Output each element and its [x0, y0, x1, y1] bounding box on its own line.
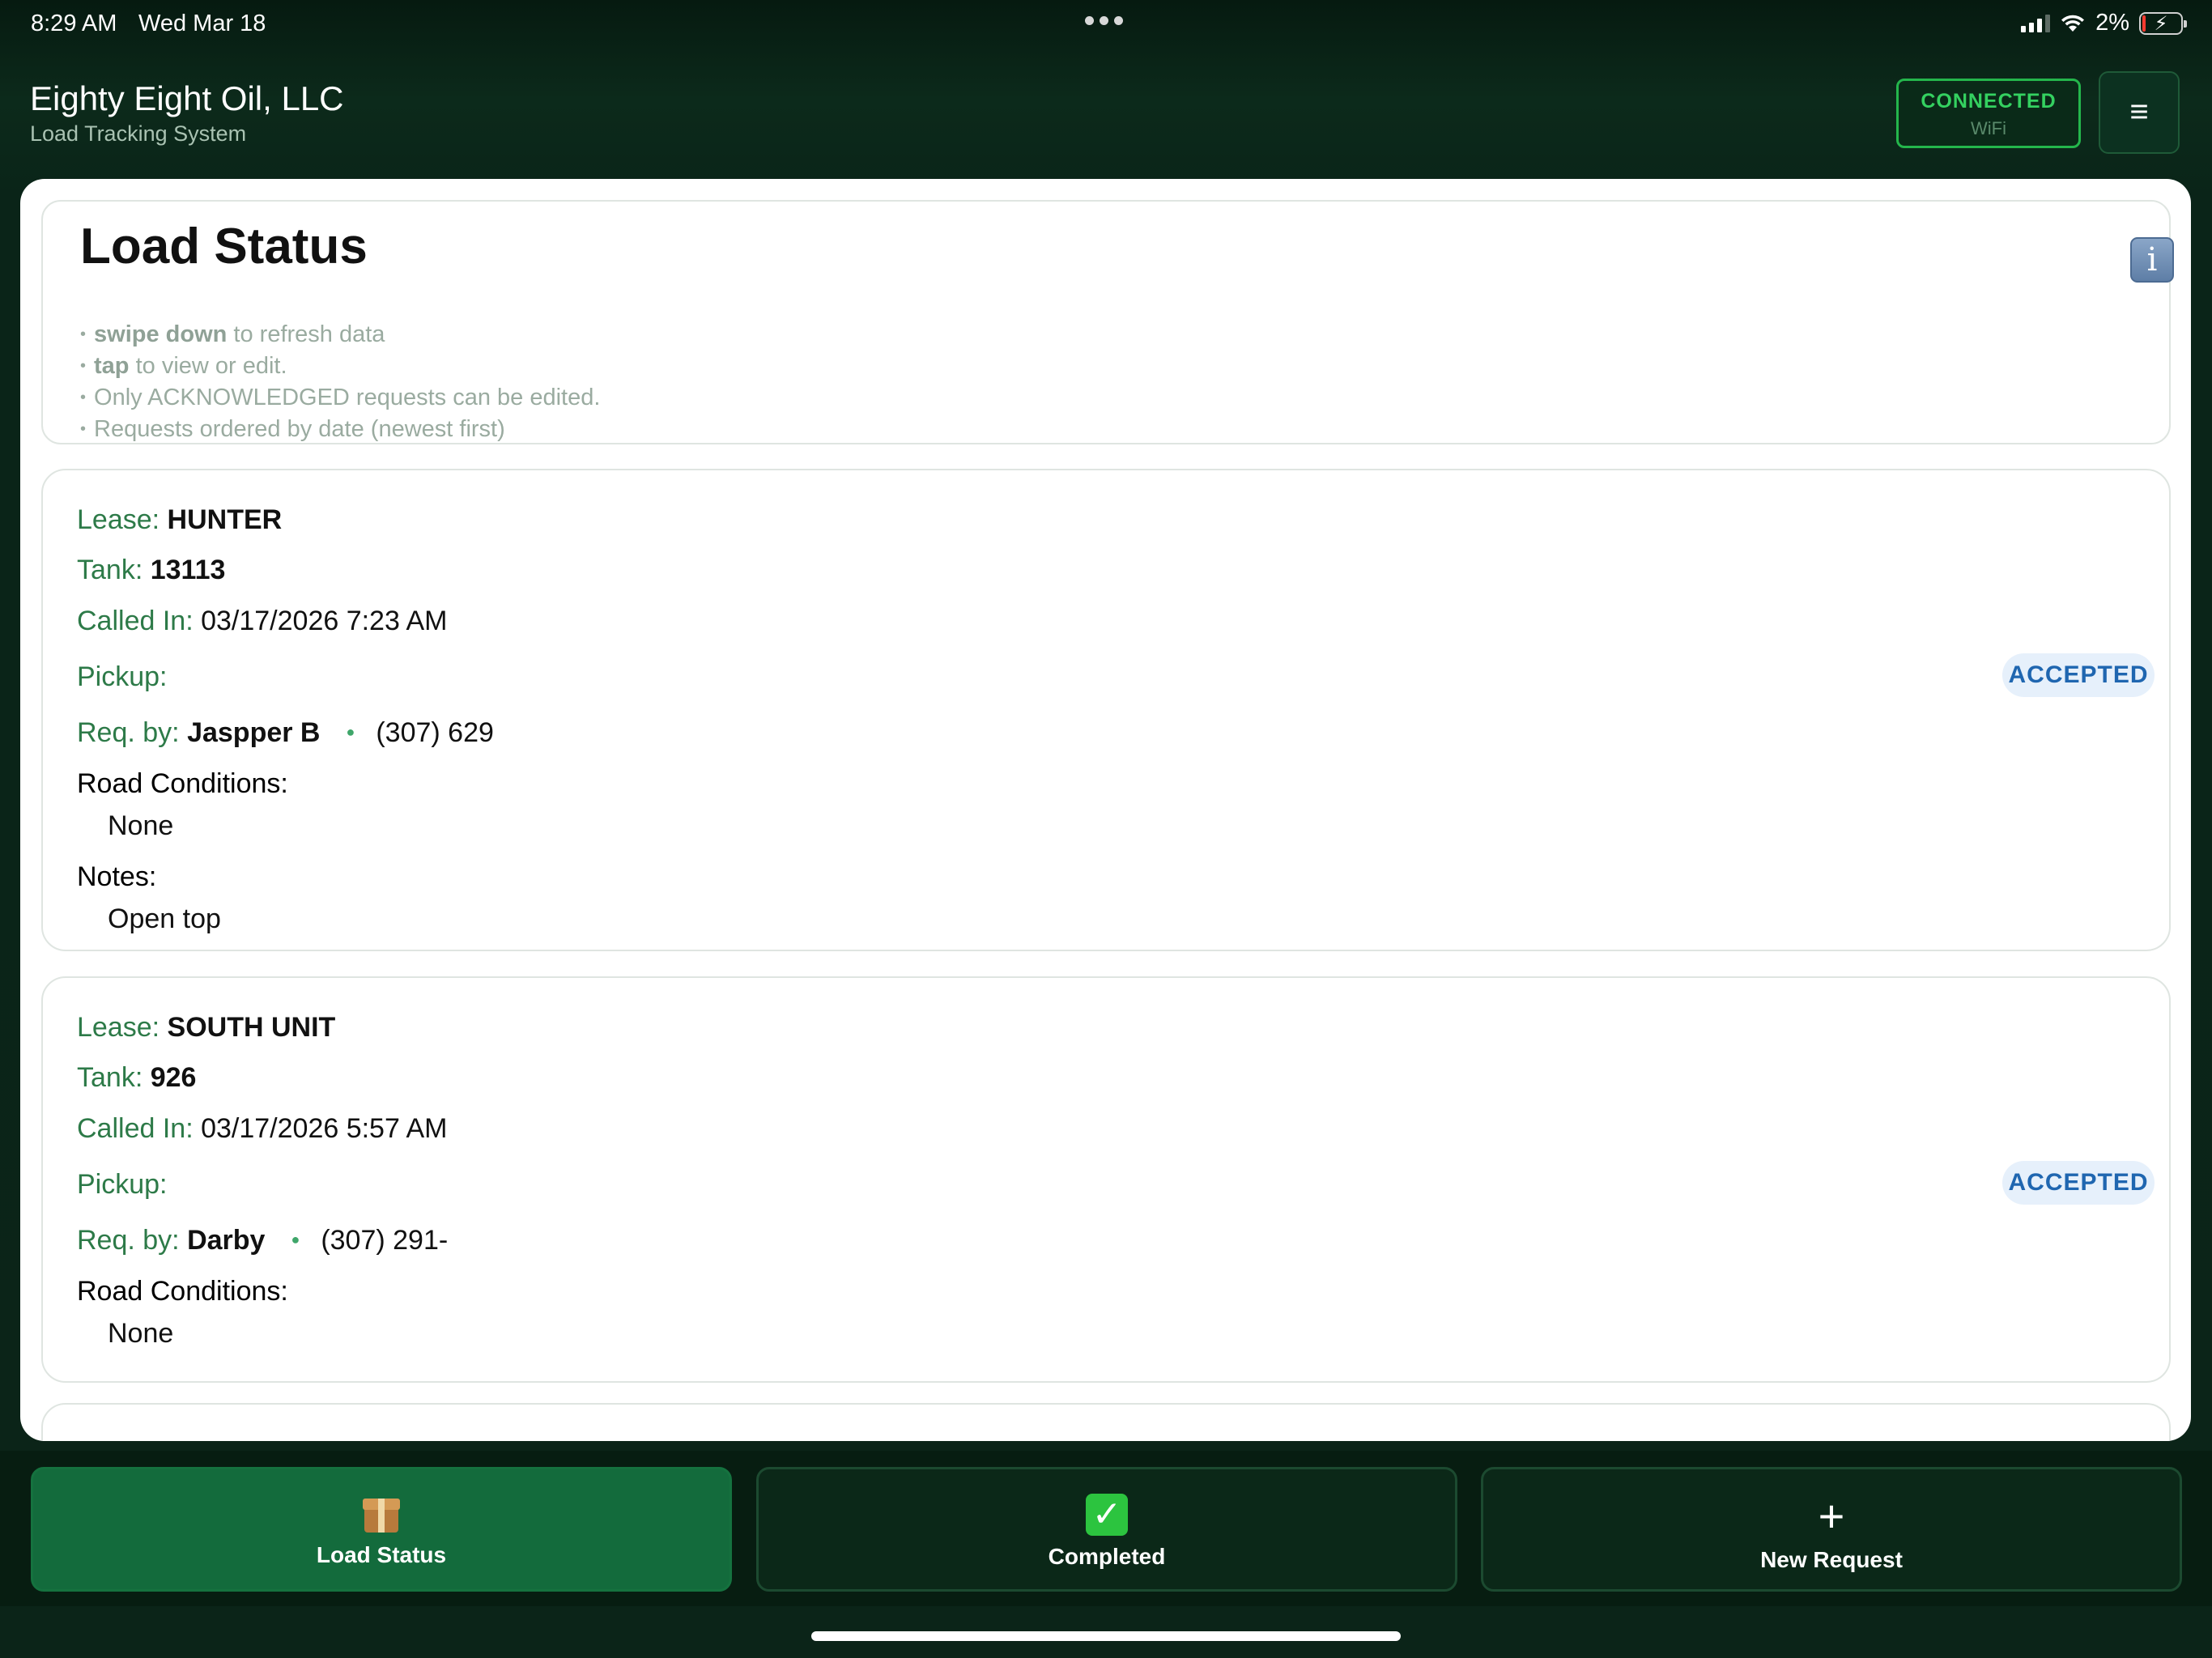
connection-type: WiFi — [1971, 118, 2006, 138]
tab-label: Load Status — [316, 1542, 447, 1567]
status-time: 8:29 AM — [31, 11, 117, 36]
tab-label: New Request — [1760, 1547, 1903, 1572]
status-date: Wed Mar 18 — [138, 11, 266, 36]
lease-name: SOUTH UNIT — [167, 1012, 336, 1043]
bottom-tab-bar: Load Status ✓ Completed + New Request — [0, 1451, 2212, 1606]
called-in-row: Called In: 03/17/2026 7:23 AM — [77, 606, 448, 636]
road-conditions-label: Road Conditions: — [77, 768, 288, 799]
info-card: Load Status i swipe down to refresh data… — [41, 200, 2174, 446]
page-title: Load Status — [80, 219, 368, 274]
road-conditions-label: Road Conditions: — [77, 1276, 288, 1307]
connection-status-badge: CONNECTED WiFi — [1896, 79, 2081, 148]
notes-label: Notes: — [77, 861, 157, 892]
status-indicators: 2% ⚡ — [2021, 10, 2187, 36]
main-panel[interactable]: Load Status i swipe down to refresh data… — [20, 179, 2191, 1441]
tip-item: tap to view or edit. — [80, 351, 600, 383]
tab-load-status[interactable]: Load Status — [31, 1467, 732, 1592]
notes-value: Open top — [108, 903, 221, 934]
requester-phone[interactable]: (307) 629 — [376, 717, 494, 748]
status-badge: ACCEPTED — [2002, 653, 2155, 697]
requester-name: Darby — [187, 1225, 266, 1256]
road-conditions-value: None — [108, 810, 174, 841]
load-card[interactable]: Lease: HUNTER Tank: 13113 Called In: 03/… — [41, 469, 2171, 951]
load-card-partial[interactable] — [41, 1403, 2171, 1441]
lease-row: Lease: HUNTER — [77, 504, 283, 535]
connection-status: CONNECTED — [1921, 90, 2057, 113]
pickup-row: Pickup: — [77, 661, 168, 692]
tank-number: 926 — [150, 1062, 197, 1093]
plus-icon: + — [1818, 1490, 1845, 1541]
requester-phone[interactable]: (307) 291- — [321, 1225, 448, 1256]
load-card[interactable]: Lease: SOUTH UNIT Tank: 926 Called In: 0… — [41, 976, 2171, 1383]
status-badge: ACCEPTED — [2002, 1161, 2155, 1205]
requested-by-row: Req. by: Jaspper B ● (307) 629 — [77, 717, 494, 748]
cellular-signal-icon — [2021, 14, 2051, 32]
road-conditions-value: None — [108, 1318, 174, 1349]
called-in-row: Called In: 03/17/2026 5:57 AM — [77, 1113, 448, 1144]
battery-percent: 2% — [2095, 10, 2129, 36]
tip-item: Only ACKNOWLEDGED requests can be edited… — [80, 383, 600, 414]
info-icon[interactable]: i — [2130, 237, 2174, 283]
tank-row: Tank: 13113 — [77, 555, 226, 585]
wifi-icon — [2061, 15, 2085, 32]
tip-item: swipe down to refresh data — [80, 320, 600, 351]
home-indicator[interactable] — [811, 1631, 1401, 1641]
package-icon — [361, 1494, 402, 1534]
status-bar: 8:29 AM Wed Mar 18 2% ⚡ — [0, 0, 2212, 49]
tip-item: Requests ordered by date (newest first) — [80, 414, 600, 446]
tab-completed[interactable]: ✓ Completed — [756, 1467, 1457, 1592]
lease-name: HUNTER — [167, 504, 283, 535]
tips-list: swipe down to refresh data tap to view o… — [80, 320, 600, 446]
multitasking-dots-icon[interactable] — [1085, 16, 1123, 25]
pickup-row: Pickup: — [77, 1169, 168, 1200]
requester-name: Jaspper B — [187, 717, 321, 748]
app-window: 8:29 AM Wed Mar 18 2% ⚡ Eighty Eight Oil… — [0, 0, 2212, 1658]
checkmark-icon: ✓ — [1086, 1494, 1128, 1536]
hamburger-icon: ≡ — [2129, 94, 2149, 130]
tab-label: Completed — [1048, 1544, 1166, 1569]
tank-row: Tank: 926 — [77, 1062, 197, 1093]
called-in-time: 03/17/2026 7:23 AM — [201, 606, 448, 636]
requested-by-row: Req. by: Darby ● (307) 291- — [77, 1225, 449, 1256]
tank-number: 13113 — [150, 555, 226, 585]
app-subtitle: Load Tracking System — [30, 121, 247, 146]
called-in-time: 03/17/2026 5:57 AM — [201, 1113, 448, 1144]
tab-new-request[interactable]: + New Request — [1481, 1467, 2182, 1592]
battery-charging-icon: ⚡ — [2139, 11, 2187, 35]
company-title: Eighty Eight Oil, LLC — [30, 79, 344, 117]
lease-row: Lease: SOUTH UNIT — [77, 1012, 336, 1043]
menu-button[interactable]: ≡ — [2099, 71, 2180, 154]
